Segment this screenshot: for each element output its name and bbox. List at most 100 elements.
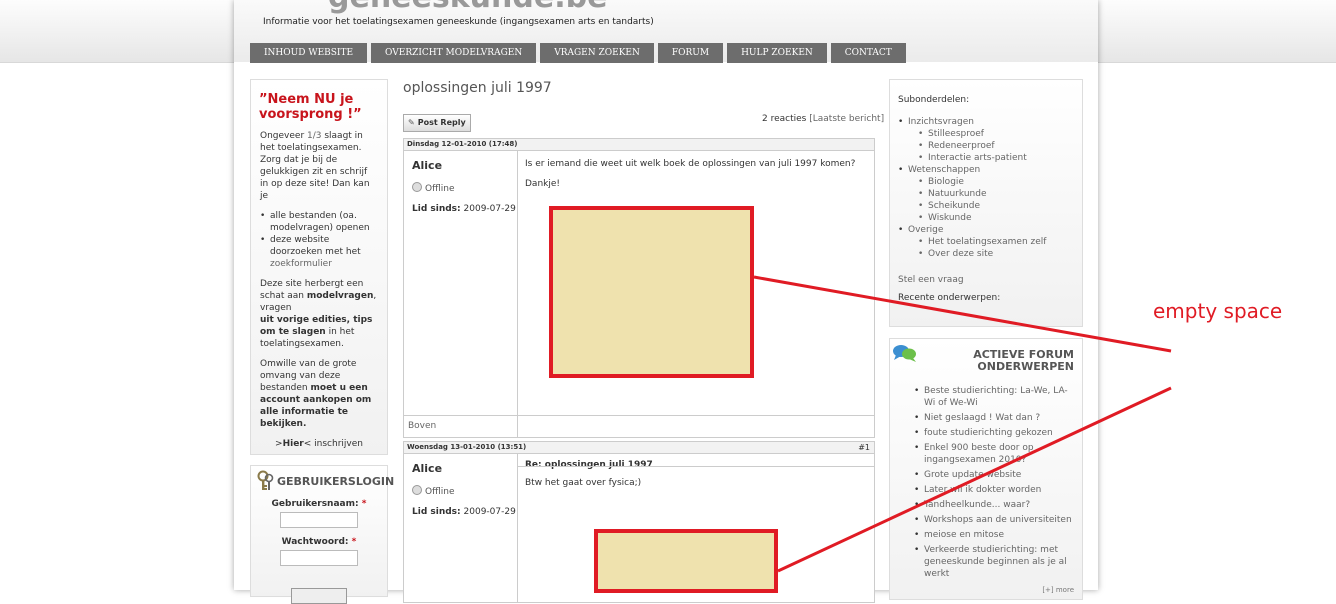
empty-space-label: empty space [1153, 299, 1283, 323]
sidebar-link[interactable]: Natuurkunde [918, 188, 1082, 200]
forum-topic-link[interactable]: Niet geslaagd ! Wat dan ? [914, 412, 1074, 424]
online-status: Offline [412, 485, 517, 497]
promo-benefit: deze website doorzoeken met het zoekform… [260, 234, 378, 270]
post-subject: Re: oplossingen juli 1997 [525, 460, 653, 470]
forum-topic-link[interactable]: Later wil ik dokter worden [914, 484, 1074, 496]
nav-contact[interactable]: CONTACT [830, 43, 906, 63]
last-post-link[interactable]: [Laatste bericht] [809, 114, 884, 124]
post-author[interactable]: Alice [412, 462, 517, 475]
forum-topic-link[interactable]: foute studierichting gekozen [914, 427, 1074, 439]
username-input[interactable] [280, 512, 358, 528]
member-since-label: Lid sinds: [412, 204, 461, 214]
post-body: Is er iemand die weet uit welk boek de o… [525, 159, 865, 199]
promo-info-d: uit vorige edities, tips om te slagen [260, 315, 373, 337]
forum-topic-link[interactable]: Workshops aan de universiteiten [914, 514, 1074, 526]
password-input[interactable] [280, 550, 358, 566]
post-author-panel: Alice Offline Lid sinds: 2009-07-29 [404, 454, 518, 602]
required-marker: * [361, 499, 367, 509]
nav-hulp-zoeken[interactable]: HULP ZOEKEN [727, 43, 827, 63]
nav-overzicht-modelvragen[interactable]: OVERZICHT MODELVRAGEN [371, 43, 537, 63]
nav-inhoud-website[interactable]: INHOUD WEBSITE [250, 43, 368, 63]
sidebar-link[interactable]: Redeneerproef [918, 140, 1082, 152]
promo-benefit-text: alle bestanden (oa. modelvragen) openen [270, 211, 370, 233]
post-date: Woensdag 13-01-2010 (13:51) [407, 443, 527, 451]
promo-box: ”Neem NU je voorsprong !” Ongeveer 1/3 s… [250, 79, 388, 455]
search-form-link[interactable]: zoekformulier [270, 259, 332, 269]
recent-topics-heading: Recente onderwerpen: [898, 293, 1001, 303]
sidebar-link[interactable]: Over deze site [918, 248, 1082, 260]
promo-title: ”Neem NU je voorsprong !” [259, 92, 362, 122]
forum-topic-link[interactable]: Tandheelkunde... waar? [914, 499, 1074, 511]
post-number[interactable]: #1 [858, 442, 870, 453]
nav-vragen-zoeken[interactable]: VRAGEN ZOEKEN [540, 43, 654, 63]
subsection-group: Inzichtsvragen Stilleesproef Redeneerpro… [898, 116, 1082, 164]
required-marker: * [351, 537, 357, 547]
nav-forum[interactable]: FORUM [657, 43, 724, 63]
signup-suffix: < inschrijven [303, 439, 363, 449]
signup-line: >Hier< inschrijven [260, 438, 378, 450]
offline-status-icon [412, 485, 422, 495]
forum-topic-list: Beste studierichting: La-We, LA-Wi of We… [890, 385, 1082, 580]
post-author-panel: Alice Offline Lid sinds: 2009-07-29 [404, 151, 518, 437]
promo-info-b: modelvragen [306, 291, 374, 301]
member-since: Lid sinds: 2009-07-29 [412, 204, 517, 214]
sidebar-link[interactable]: Wiskunde [918, 212, 1082, 224]
post-reply-button[interactable]: ✎ Post Reply [403, 114, 471, 132]
more-topics-link[interactable]: [+] more [1042, 584, 1074, 596]
post-header: Dinsdag 12-01-2010 (17:48) [404, 139, 874, 151]
member-since-date: 2009-07-29 [463, 204, 516, 214]
promo-intro: Ongeveer 1/3 slaagt in het toelatingsexa… [260, 130, 378, 202]
sidebar-link-wetenschappen[interactable]: Wetenschappen [908, 165, 980, 175]
key-icon [257, 470, 275, 493]
promo-ratio-link[interactable]: 1/3 [307, 131, 321, 141]
back-to-top-link[interactable]: Boven [408, 421, 436, 431]
sidebar-link[interactable]: Biologie [918, 176, 1082, 188]
promo-intro-b: slaagt in het toelatingsexamen. Zorg dat… [260, 131, 370, 201]
site-tagline: Informatie voor het toelatingsexamen gen… [263, 17, 654, 27]
forum-topic-link[interactable]: Beste studierichting: La-We, LA-Wi of We… [914, 385, 1074, 409]
reply-count-text: 2 reacties [762, 114, 807, 124]
post-footer: Boven [404, 415, 874, 437]
sidebar-link[interactable]: Het toelatingsexamen zelf [918, 236, 1082, 248]
promo-benefits: alle bestanden (oa. modelvragen) openen … [260, 210, 378, 270]
active-forum-box: ACTIEVE FORUM ONDERWERPEN Beste studieri… [889, 338, 1083, 600]
login-button[interactable] [291, 588, 347, 604]
forum-topic-link[interactable]: Verkeerde studierichting: met geneeskund… [914, 544, 1074, 580]
ask-question-link[interactable]: Stel een vraag [898, 274, 1082, 286]
promo-intro-a: Ongeveer [260, 131, 307, 141]
sidebar-link[interactable]: Stilleesproef [918, 128, 1082, 140]
site-title[interactable]: geneeskunde.be [328, 0, 607, 15]
username-label: Gebruikersnaam: * [251, 498, 387, 510]
password-label-text: Wachtwoord: [281, 537, 349, 547]
subject-divider [517, 466, 874, 467]
post-text: Btw het gaat over fysica;) [525, 478, 642, 488]
member-since-date: 2009-07-29 [463, 507, 516, 517]
online-status: Offline [412, 182, 517, 194]
active-forum-title: ACTIEVE FORUM ONDERWERPEN [973, 348, 1074, 373]
subsection-group: Overige Het toelatingsexamen zelf Over d… [898, 224, 1082, 260]
pencil-icon: ✎ [408, 118, 415, 127]
highlight-box-empty-area [594, 529, 778, 593]
subsection-group: Wetenschappen Biologie Natuurkunde Schei… [898, 164, 1082, 224]
signup-link[interactable]: Hier [283, 439, 304, 449]
post-text: Dankje! [525, 179, 561, 189]
signup-prefix: > [275, 439, 283, 449]
sidebar-link[interactable]: Scheikunde [918, 200, 1082, 212]
sidebar-link-inzichtsvragen[interactable]: Inzichtsvragen [908, 117, 974, 127]
post-text: Is er iemand die weet uit welk boek de o… [525, 159, 856, 169]
forum-topic-link[interactable]: Enkel 900 beste door op ingangsexamen 20… [914, 442, 1074, 466]
reply-count: 2 reacties [Laatste bericht] [762, 114, 884, 124]
subsection-list: Inzichtsvragen Stilleesproef Redeneerpro… [890, 116, 1082, 260]
highlight-box-empty-area [549, 206, 754, 378]
sidebar-link[interactable]: Interactie arts-patient [918, 152, 1082, 164]
member-since-label: Lid sinds: [412, 507, 461, 517]
post-author[interactable]: Alice [412, 159, 517, 172]
forum-topic-link[interactable]: meiose en mitose [914, 529, 1074, 541]
post-date: Dinsdag 12-01-2010 (17:48) [407, 140, 518, 148]
subsections-box: Subonderdelen: Inzichtsvragen Stilleespr… [889, 79, 1083, 327]
chat-bubbles-icon [892, 343, 916, 362]
sidebar-link-overige[interactable]: Overige [908, 225, 943, 235]
forum-topic-link[interactable]: Grote update website [914, 469, 1074, 481]
main-nav: INHOUD WEBSITE OVERZICHT MODELVRAGEN VRA… [250, 43, 906, 63]
offline-status-icon [412, 182, 422, 192]
